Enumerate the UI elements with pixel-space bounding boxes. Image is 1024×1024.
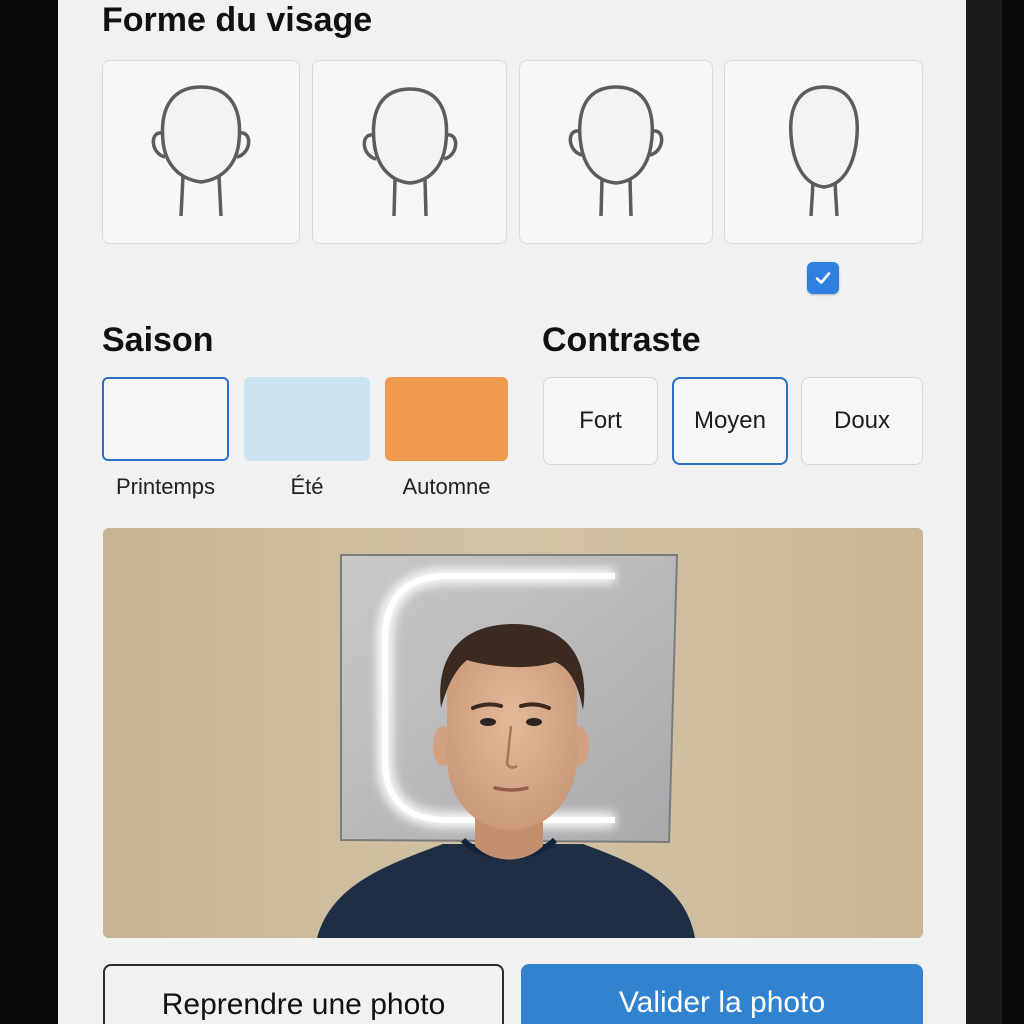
face-shape-selected-checkbox[interactable]	[807, 262, 839, 294]
retake-photo-label: Reprendre une photo	[161, 988, 446, 1021]
face-shape-option-2[interactable]	[312, 60, 507, 244]
face-outline-icon	[788, 85, 859, 217]
retake-photo-button[interactable]: Reprendre une photo	[103, 964, 504, 1024]
contrast-option-label: Doux	[833, 407, 891, 434]
contrast-option-doux[interactable]: Doux	[801, 377, 923, 465]
season-swatch-printemps[interactable]	[102, 377, 229, 461]
confirm-photo-label: Valider la photo	[618, 986, 826, 1019]
contrast-option-label: Fort	[579, 407, 622, 434]
tablet-device: Forme du visage Saison Printemps Été Aut…	[0, 0, 1024, 1024]
season-swatch-ete[interactable]	[244, 377, 370, 461]
captured-photo-preview	[103, 528, 923, 938]
face-outline-icon	[151, 85, 251, 217]
device-bezel	[966, 0, 1002, 1024]
season-label-automne: Automne	[402, 474, 491, 499]
contrast-option-moyen[interactable]: Moyen	[672, 377, 788, 465]
contrast-title: Contraste	[542, 321, 701, 359]
season-swatch-automne[interactable]	[385, 377, 508, 461]
contrast-option-fort[interactable]: Fort	[543, 377, 658, 465]
season-label-printemps: Printemps	[115, 474, 216, 499]
face-shape-option-1[interactable]	[102, 60, 300, 244]
face-outline-icon	[568, 85, 664, 217]
checkmark-icon	[815, 272, 831, 284]
season-label-ete: Été	[290, 474, 324, 499]
season-title: Saison	[102, 321, 214, 359]
face-shape-option-4[interactable]	[724, 60, 923, 244]
contrast-option-label: Moyen	[693, 407, 767, 434]
face-shape-title: Forme du visage	[102, 1, 373, 39]
portrait-photo-image	[103, 528, 923, 938]
face-outline-icon	[362, 87, 457, 217]
app-screen: Forme du visage Saison Printemps Été Aut…	[58, 0, 966, 1024]
confirm-photo-button[interactable]: Valider la photo	[521, 964, 923, 1024]
face-shape-option-3[interactable]	[519, 60, 713, 244]
